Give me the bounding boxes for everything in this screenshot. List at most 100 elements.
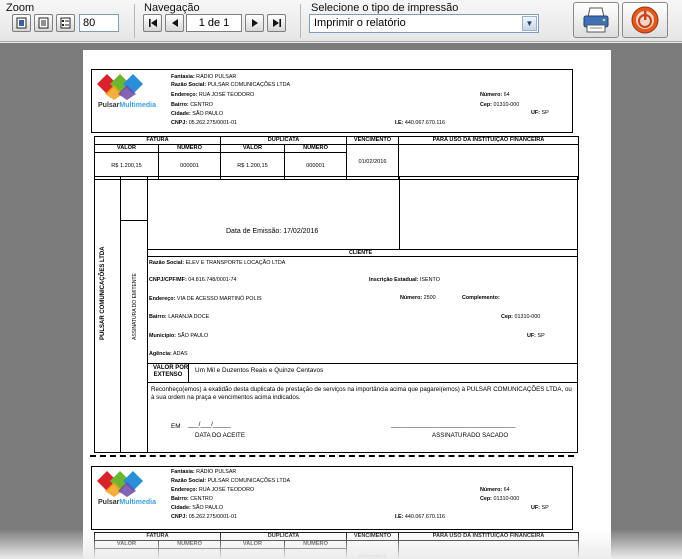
logo-wordmark: PulsarMultimedia [98,102,156,109]
logo-text-multimedia: Multimedia [119,499,156,506]
toolbar-divider [134,4,135,38]
company-cep: Cep: 01310-000 [480,496,520,502]
invoice-table-copy: FATURA DUPLICATA VENCIMENTO PARA USO DA … [94,532,579,559]
fatura-numero-header: NÚMERO [158,144,221,153]
cliente-numero: Número: 2500 [400,295,436,301]
cliente-endereco: Endereço: VIA DE ACESSO MARTINÓ POLIS [149,296,262,302]
assinatura-sacado-label: ASSINATURADO SACADO [432,432,509,439]
last-page-button[interactable] [267,14,286,32]
company-vertical-column [94,176,121,453]
first-page-button[interactable] [143,14,162,32]
company-cidade: Cidade: SÃO PAULO [171,111,224,117]
vencimento-header: VENCIMENTO [346,136,399,145]
em-label: EM [171,423,181,430]
duplicata-header: DUPLICATA [220,136,347,145]
page-width-zoom-button[interactable] [34,14,53,32]
cliente-ie: Inscrição Estadual: ISENTO [369,277,440,283]
cliente-agencia: Agência: ADAS [149,351,188,357]
toolbar-divider [300,4,301,38]
previous-page-icon [171,19,178,27]
company-uf: UF: SP [531,110,549,116]
printer-icon [583,7,609,33]
power-close-icon [631,6,659,34]
first-page-icon [148,19,157,27]
chevron-down-icon[interactable]: ▼ [522,16,537,31]
cliente-bairro: Bairro: LARANJA DOCE [149,314,210,320]
vencimento-date: 01/02/2016 [346,144,399,180]
instituicao-cell [398,540,579,559]
invoice-table: FATURA DUPLICATA VENCIMENTO PARA USO DA … [94,136,579,180]
instituicao-header: PARA USO DA INSTITUIÇÃO FINANCEIRA [398,136,579,145]
sacado-signature-line: ___________________________________ [391,421,516,428]
company-vertical-label: PULSAR COMUNICAÇÕES LTDA [100,246,106,340]
company-header-box [91,69,573,133]
print-button[interactable] [573,2,619,38]
emission-date: Data de Emissão: 17/02/2016 [226,228,318,235]
company-numero: Número: 64 [480,92,510,98]
previous-page-button[interactable] [165,14,184,32]
close-button[interactable] [622,2,668,38]
instituicao-header: PARA USO DA INSTITUIÇÃO FINANCEIRA [398,532,579,541]
instituicao-cell [398,144,579,180]
duplicata-header: DUPLICATA [220,532,347,541]
cliente-razao-social: Razão Social: ELEV E TRANSPORTE LOCAÇÃO … [149,260,286,266]
print-type-selected-value: Imprimir o relatório [314,17,406,29]
navigation-label: Navegação [144,2,200,14]
zoom-label: Zoom [6,2,35,14]
data-aceite-label: DATA DO ACEITE [195,432,245,439]
company-fantasia: Fantasia: RÁDIO PULSAR [171,469,237,475]
company-endereco: Endereço: RUA JOSÉ TEODORO [171,487,255,493]
report-preview-area[interactable]: PulsarMultimedia Fantasia: RÁDIO PULSAR … [0,43,682,559]
company-cnpj: CNPJ: 05.262.275/0001-01 [171,514,237,520]
emission-date-value: 17/02/2016 [283,228,319,235]
company-ie: I.E: 440.067.670.116 [395,514,445,520]
print-type-label: Selecione o tipo de impressão [311,2,459,14]
fatura-valor-header: VALOR [94,144,159,153]
fatura-header: FATURA [94,532,221,541]
zoom-percent-input[interactable] [79,14,119,32]
single-page-zoom-button[interactable] [12,14,31,32]
company-bairro: Bairro: CENTRO [171,496,213,502]
report-viewer-toolbar: Zoom Navegação 1 de 1 Selecione o tipo d… [0,0,682,42]
cliente-cnpj: CNPJ/CPF/MF: 04.816.748/0001-74 [149,277,237,283]
extenso-label: VALOR POR EXTENSO [153,365,189,378]
dup-valor: R$ 1.200,15 [220,548,285,559]
company-endereco: Endereço: RUA JOSÉ TEODORO [171,92,255,98]
emission-date-label: Data de Emissão: [226,228,282,235]
aceite-date-blank: ___/___/_____ [188,421,231,428]
print-type-select[interactable]: Imprimir o relatório ▼ [309,14,539,33]
acknowledgement-text: Reconheço(emos) a exatidão desta duplica… [151,386,572,401]
logo-text-multimedia: Multimedia [119,102,156,109]
emitente-vertical-label: ASSINATURA DO EMITENTE [132,273,138,340]
cliente-heading: CLIENTE [349,249,373,256]
fatura-numero: 000001 [158,548,221,559]
company-ie: I.E: 440.067.670.116 [395,120,445,126]
cliente-uf: UF: SP [527,333,545,339]
vencimento-header: VENCIMENTO [346,532,399,541]
logo-text-pulsar: Pulsar [98,499,120,506]
single-page-icon [16,17,27,29]
logo-wordmark: PulsarMultimedia [98,499,156,506]
next-page-icon [251,19,258,27]
cliente-municipio: Município: SÃO PAULO [149,333,209,339]
custom-zoom-icon [60,17,71,29]
page-indicator: 1 de 1 [186,14,242,32]
cut-line [90,455,574,457]
dup-valor-header: VALOR [220,540,285,549]
fatura-valor: R$ 1.200,15 [94,548,159,559]
dup-numero-header: NÚMERO [284,144,347,153]
dup-numero-header: NÚMERO [284,540,347,549]
next-page-button[interactable] [245,14,264,32]
emission-date-box [147,176,400,250]
company-fantasia: Fantasia: RÁDIO PULSAR [171,74,237,80]
logo-text-pulsar: Pulsar [98,102,120,109]
company-cidade: Cidade: SÃO PAULO [171,505,224,511]
company-cnpj: CNPJ: 05.262.275/0001-01 [171,120,237,126]
fatura-valor-header: VALOR [94,540,159,549]
dup-numero: 000001 [284,548,347,559]
company-cep: Cep: 01310-000 [480,102,520,108]
custom-zoom-button[interactable] [56,14,75,32]
fatura-numero-header: NÚMERO [158,540,221,549]
company-uf: UF: SP [531,505,549,511]
page-width-icon [38,17,49,29]
